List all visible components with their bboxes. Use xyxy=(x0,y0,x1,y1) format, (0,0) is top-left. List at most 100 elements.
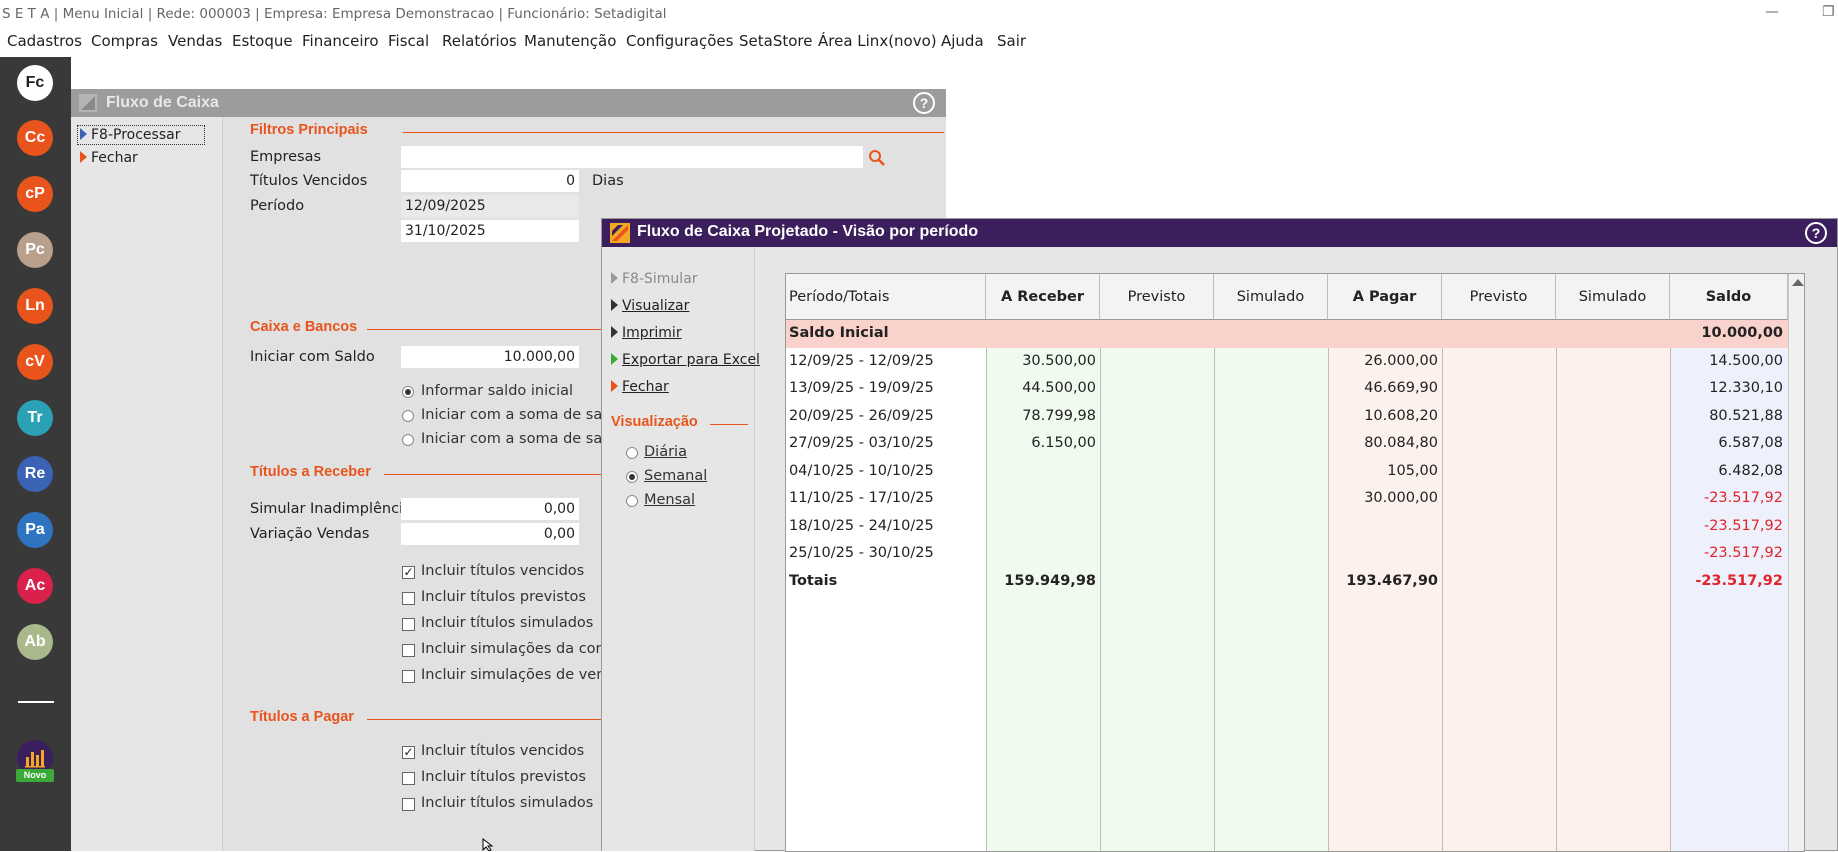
ln-app-icon[interactable]: Ln xyxy=(17,288,53,324)
simulacoes-correcao-checkbox[interactable] xyxy=(402,644,415,657)
simular-button[interactable]: F8-Simular xyxy=(611,271,698,287)
play-icon xyxy=(611,380,618,392)
play-icon xyxy=(611,299,618,311)
pa-app-icon[interactable]: Pa xyxy=(17,512,53,548)
inadimplencia-input[interactable]: 0,00 xyxy=(401,498,579,520)
restore-icon[interactable]: ❐ xyxy=(1822,4,1835,20)
menu-vendas[interactable]: Vendas xyxy=(168,32,222,50)
search-icon[interactable] xyxy=(868,149,886,167)
window-logo-icon xyxy=(610,223,630,243)
menu-configuracoes[interactable]: Configurações xyxy=(626,32,733,50)
processar-button[interactable]: F8-Processar xyxy=(77,125,205,145)
pagar-simulados-checkbox[interactable] xyxy=(402,798,415,811)
mensal-radio[interactable] xyxy=(626,495,638,507)
empresas-input[interactable] xyxy=(401,146,863,168)
minimize-icon[interactable]: — xyxy=(1765,4,1779,20)
periodo-inicio-input[interactable]: 12/09/2025 xyxy=(401,195,579,217)
table-row[interactable]: 20/09/25 - 26/09/25 78.799,98 10.608,20 … xyxy=(786,403,1788,431)
col-periodo-header[interactable]: Período/Totais xyxy=(786,274,986,320)
grid-scrollbar[interactable] xyxy=(1788,274,1804,851)
menu-cadastros[interactable]: Cadastros xyxy=(7,32,82,50)
menu-bar: Cadastros Compras Vendas Estoque Finance… xyxy=(0,30,1838,54)
cp-app-icon[interactable]: cP xyxy=(17,176,53,212)
ab-app-icon[interactable]: Ab xyxy=(17,624,53,660)
play-icon xyxy=(80,151,87,163)
col-previsto-receber-header[interactable]: Previsto xyxy=(1100,274,1214,320)
saldo-inicial-row[interactable]: Saldo Inicial 10.000,00 xyxy=(786,320,1788,348)
col-a-receber-header[interactable]: A Receber xyxy=(986,274,1100,320)
table-row[interactable]: 13/09/25 - 19/09/25 44.500,00 46.669,90 … xyxy=(786,375,1788,403)
menu-relatorios[interactable]: Relatórios xyxy=(442,32,517,50)
table-row[interactable]: 27/09/25 - 03/10/25 6.150,00 80.084,80 6… xyxy=(786,430,1788,458)
totais-row[interactable]: Totais 159.949,98 193.467,90 -23.517,92 xyxy=(786,568,1788,596)
row-periodo: 25/10/25 - 30/10/25 xyxy=(789,545,934,561)
receber-simulados-label: Incluir títulos simulados xyxy=(421,615,594,631)
receber-vencidos-checkbox[interactable]: ✓ xyxy=(402,566,415,579)
window-titlebar: S E T A | Menu Inicial | Rede: 000003 | … xyxy=(0,0,1838,28)
informar-saldo-radio[interactable] xyxy=(402,386,414,398)
help-icon[interactable]: ? xyxy=(1805,222,1827,244)
periodo-fim-input[interactable]: 31/10/2025 xyxy=(401,220,579,242)
re-app-icon[interactable]: Re xyxy=(17,456,53,492)
table-row[interactable]: 04/10/25 - 10/10/25 105,00 6.482,08 xyxy=(786,458,1788,486)
exportar-excel-button[interactable]: Exportar para Excel xyxy=(611,352,760,368)
table-row[interactable]: 18/10/25 - 24/10/25 -23.517,92 xyxy=(786,513,1788,541)
row-a-pagar xyxy=(1328,540,1438,568)
table-row[interactable]: 12/09/25 - 12/09/25 30.500,00 26.000,00 … xyxy=(786,348,1788,376)
totais-label: Totais xyxy=(789,572,838,589)
informar-saldo-label: Informar saldo inicial xyxy=(421,383,574,399)
col-simulado-pagar-header[interactable]: Simulado xyxy=(1556,274,1670,320)
play-icon xyxy=(611,272,618,284)
simulacoes-venda-checkbox[interactable] xyxy=(402,670,415,683)
col-previsto-pagar-header[interactable]: Previsto xyxy=(1442,274,1556,320)
play-icon xyxy=(611,353,618,365)
visualizar-button[interactable]: Visualizar xyxy=(611,298,689,314)
table-row[interactable]: 25/10/25 - 30/10/25 -23.517,92 xyxy=(786,540,1788,568)
menu-manutencao[interactable]: Manutenção xyxy=(524,32,616,50)
row-periodo: 13/09/25 - 19/09/25 xyxy=(789,380,934,396)
receber-simulados-checkbox[interactable] xyxy=(402,618,415,631)
scroll-up-icon[interactable] xyxy=(1792,279,1804,286)
menu-fiscal[interactable]: Fiscal xyxy=(388,32,429,50)
menu-financeiro[interactable]: Financeiro xyxy=(302,32,379,50)
row-periodo: 18/10/25 - 24/10/25 xyxy=(789,517,934,534)
help-icon[interactable]: ? xyxy=(913,92,935,114)
cc-app-icon[interactable]: Cc xyxy=(17,120,53,156)
titulos-vencidos-input[interactable]: 0 xyxy=(401,170,579,192)
table-row[interactable]: 11/10/25 - 17/10/25 30.000,00 -23.517,92 xyxy=(786,485,1788,513)
menu-sair[interactable]: Sair xyxy=(997,32,1026,50)
diaria-radio[interactable] xyxy=(626,447,638,459)
col-a-pagar-header[interactable]: A Pagar xyxy=(1328,274,1442,320)
soma-saldo-radio-2[interactable] xyxy=(402,434,414,446)
fluxo-projetado-window: Fluxo de Caixa Projetado - Visão por per… xyxy=(601,218,1838,852)
col-saldo-header[interactable]: Saldo xyxy=(1670,274,1788,320)
titulos-receber-header: Títulos a Receber xyxy=(250,464,371,480)
variacao-vendas-input[interactable]: 0,00 xyxy=(401,523,579,545)
row-a-receber xyxy=(986,485,1096,513)
fechar-projetado-button[interactable]: Fechar xyxy=(611,379,669,395)
saldo-inicial-value: 10.000,00 xyxy=(1701,325,1783,341)
semanal-radio[interactable] xyxy=(626,471,638,483)
soma-saldo-radio-1[interactable] xyxy=(402,410,414,422)
row-periodo: 27/09/25 - 03/10/25 xyxy=(789,435,934,451)
fc-app-icon[interactable]: Fc xyxy=(17,65,53,101)
menu-estoque[interactable]: Estoque xyxy=(232,32,293,50)
menu-compras[interactable]: Compras xyxy=(91,32,158,50)
pagar-vencidos-checkbox[interactable]: ✓ xyxy=(402,746,415,759)
periodo-label: Período xyxy=(250,198,305,214)
ac-app-icon[interactable]: Ac xyxy=(17,568,53,604)
menu-ajuda[interactable]: Ajuda xyxy=(941,32,984,50)
tr-app-icon[interactable]: Tr xyxy=(17,400,53,436)
imprimir-button[interactable]: Imprimir xyxy=(611,325,682,341)
pagar-previstos-checkbox[interactable] xyxy=(402,772,415,785)
col-simulado-receber-header[interactable]: Simulado xyxy=(1214,274,1328,320)
menu-setastore[interactable]: SetaStore xyxy=(739,32,812,50)
pc-app-icon[interactable]: Pc xyxy=(17,232,53,268)
section-divider xyxy=(384,474,606,475)
fechar-button[interactable]: Fechar xyxy=(80,150,138,166)
cv-app-icon[interactable]: cV xyxy=(17,344,53,380)
menu-area-linx[interactable]: Área Linx(novo) xyxy=(818,32,937,50)
app-dock: Fc Cc cP Pc Ln cV Tr Re Pa Ac Ab Novo xyxy=(0,57,71,851)
iniciar-saldo-input[interactable]: 10.000,00 xyxy=(401,346,579,368)
receber-previstos-checkbox[interactable] xyxy=(402,592,415,605)
